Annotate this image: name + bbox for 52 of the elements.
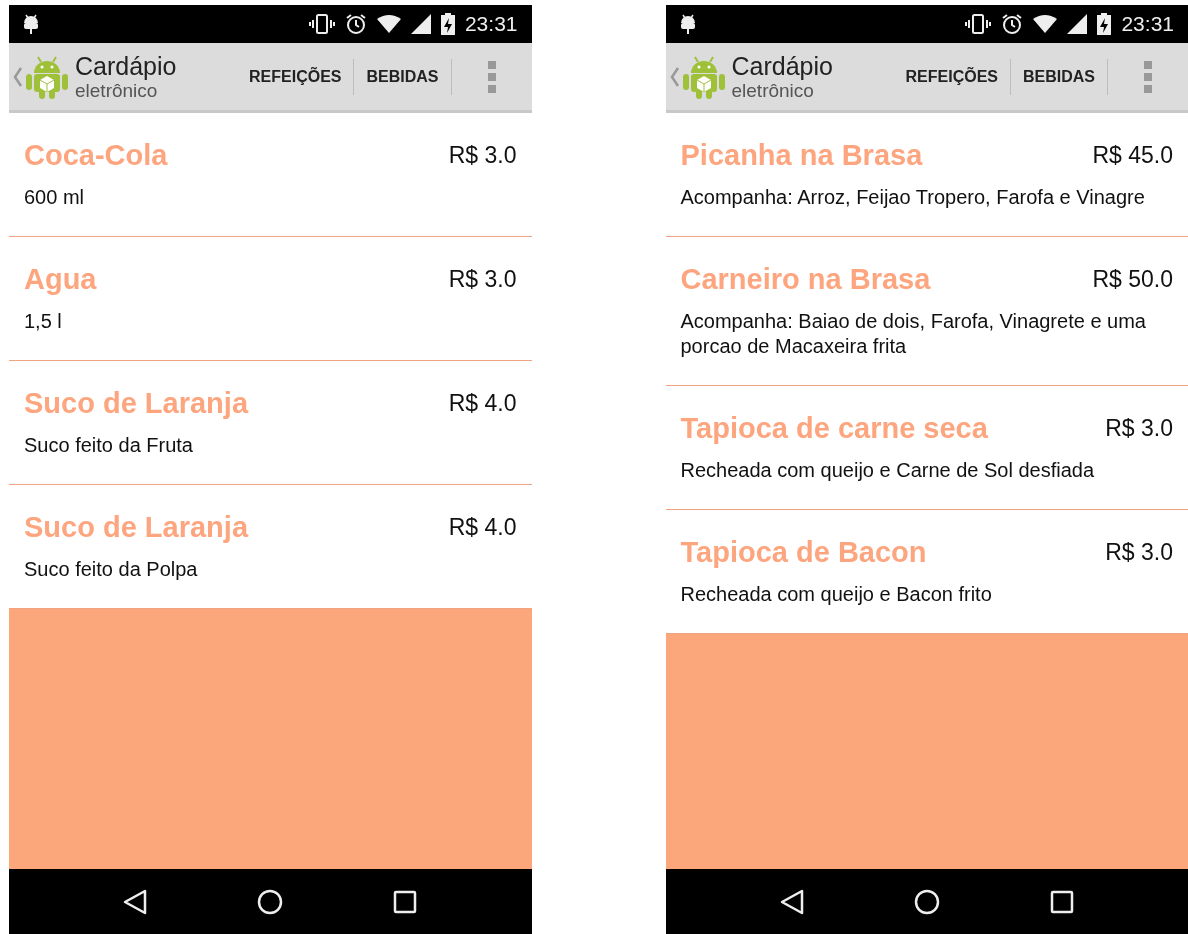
wifi-icon <box>1033 14 1058 34</box>
android-icon <box>23 13 39 35</box>
back-icon[interactable] <box>123 888 148 915</box>
item-description: Recheada com queijo e Carne de Sol desfiada <box>680 458 1096 483</box>
item-price: R$ 3.0 <box>1105 538 1173 567</box>
item-name: Suco de Laranja <box>24 510 248 545</box>
item-name: Carneiro na Brasa <box>680 262 931 297</box>
nav-tab[interactable]: BEBIDAS <box>1011 41 1107 112</box>
recents-icon[interactable] <box>1049 889 1074 914</box>
app-subtitle: eletrônico <box>731 80 814 100</box>
signal-icon <box>1067 14 1088 34</box>
alarm-icon <box>344 13 367 35</box>
app-subtitle: eletrônico <box>75 80 158 100</box>
back-icon[interactable] <box>779 888 804 915</box>
app-title: Cardápio <box>731 53 833 79</box>
item-name: Picanha na Brasa <box>680 138 923 173</box>
alarm-icon <box>1001 13 1024 35</box>
item-name: Agua <box>24 262 97 297</box>
item-price: R$ 4.0 <box>448 513 517 542</box>
item-description: 1,5 l <box>24 309 63 334</box>
recents-icon[interactable] <box>393 889 418 914</box>
item-price: R$ 45.0 <box>1092 141 1173 170</box>
android-icon <box>679 13 696 35</box>
app-title: Cardápio <box>75 53 177 79</box>
item-price: R$ 50.0 <box>1092 265 1173 294</box>
battery-icon <box>1097 13 1112 35</box>
item-price: R$ 3.0 <box>448 141 517 170</box>
battery-icon <box>440 13 455 35</box>
item-name: Suco de Laranja <box>24 386 248 421</box>
clock-time: 23:31 <box>464 11 518 38</box>
item-name: Tapioca de Bacon <box>680 535 927 570</box>
signal-icon <box>410 14 431 34</box>
item-description: Suco feito da Fruta <box>24 433 194 458</box>
home-icon[interactable] <box>913 888 940 915</box>
item-description: Acompanha: Baiao de dois, Farofa, Vinagrete e uma porcao de Macaxeira frita <box>680 309 1147 359</box>
nav-tab[interactable]: REFEIÇÕES <box>893 41 1010 112</box>
item-name: Coca-Cola <box>24 138 168 173</box>
item-price: R$ 3.0 <box>448 265 517 294</box>
clock-time: 23:31 <box>1121 11 1174 38</box>
item-price: R$ 4.0 <box>448 389 517 418</box>
vibrate-icon <box>308 13 335 35</box>
item-description: Recheada com queijo e Bacon frito <box>680 582 993 607</box>
item-description: Acompanha: Arroz, Feijao Tropero, Farofa e Vinagre <box>680 185 1146 210</box>
nav-tab[interactable]: REFEIÇÕES <box>237 41 354 112</box>
item-name: Tapioca de carne seca <box>680 411 988 446</box>
vibrate-icon <box>965 13 992 35</box>
home-icon[interactable] <box>257 888 284 915</box>
nav-tab[interactable]: BEBIDAS <box>354 41 451 112</box>
item-description: 600 ml <box>24 185 86 210</box>
item-price: R$ 3.0 <box>1105 414 1173 443</box>
item-description: Suco feito da Polpa <box>24 557 199 582</box>
wifi-icon <box>376 14 401 34</box>
